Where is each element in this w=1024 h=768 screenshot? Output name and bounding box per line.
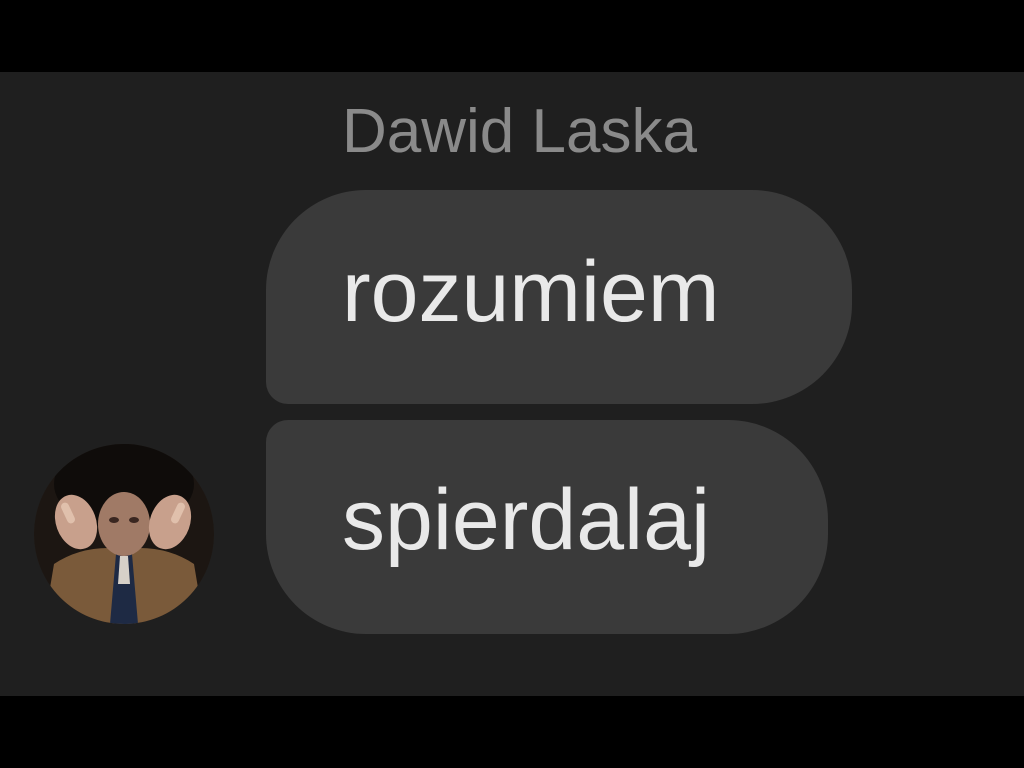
avatar-photo-icon: [34, 444, 214, 624]
message-thread: Dawid Laska rozumiem spierdalaj: [0, 72, 1024, 696]
sender-avatar[interactable]: [34, 444, 214, 624]
letterbox-bottom: [0, 696, 1024, 768]
message-text: spierdalaj: [342, 472, 711, 568]
message-bubble[interactable]: rozumiem: [266, 190, 852, 404]
message-bubble[interactable]: spierdalaj: [266, 420, 828, 634]
letterbox-top: [0, 0, 1024, 72]
message-text: rozumiem: [342, 244, 720, 340]
sender-name: Dawid Laska: [342, 97, 697, 166]
